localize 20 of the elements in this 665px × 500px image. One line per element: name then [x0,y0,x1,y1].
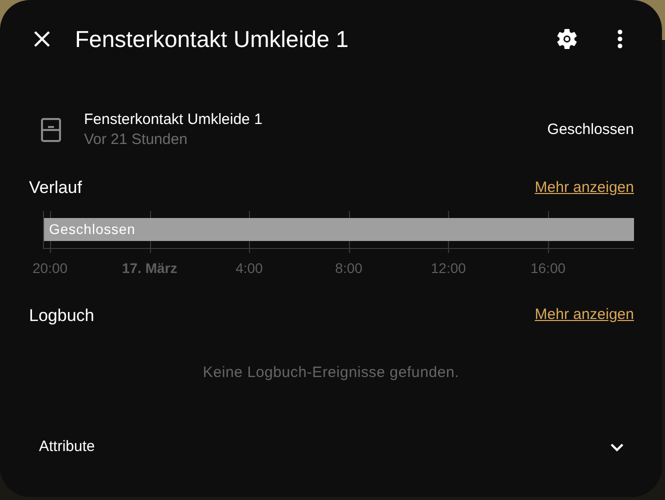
attributes-expander[interactable]: Attribute [28,426,638,470]
axis-label: 12:00 [430,258,466,278]
settings-icon [555,27,579,51]
dialog-title: Fensterkontakt Umkleide 1 [75,24,349,54]
last-changed-text: Vor 21 Stunden [84,130,188,150]
more-link[interactable]: Mehr anzeigen [534,304,634,326]
axis-label: 4:00 [236,258,263,278]
more-link[interactable]: Mehr anzeigen [534,176,634,199]
section-heading: Logbuch [29,304,94,326]
section-heading: Verlauf [29,177,82,199]
window-icon [40,117,62,143]
timeline-bar: Geschlossen [44,218,634,240]
entity-state: Geschlossen [547,120,634,140]
axis-label: 20:00 [32,258,68,278]
empty-message: Keine Logbuch-Ereignisse gefunden. [202,363,460,383]
axis-label: 16:00 [530,258,566,278]
axis-label: 17. März [122,258,178,278]
axis-label: 8:00 [335,258,362,278]
more-icon [617,29,623,49]
entity-name: Fensterkontakt Umkleide 1 [84,110,262,130]
